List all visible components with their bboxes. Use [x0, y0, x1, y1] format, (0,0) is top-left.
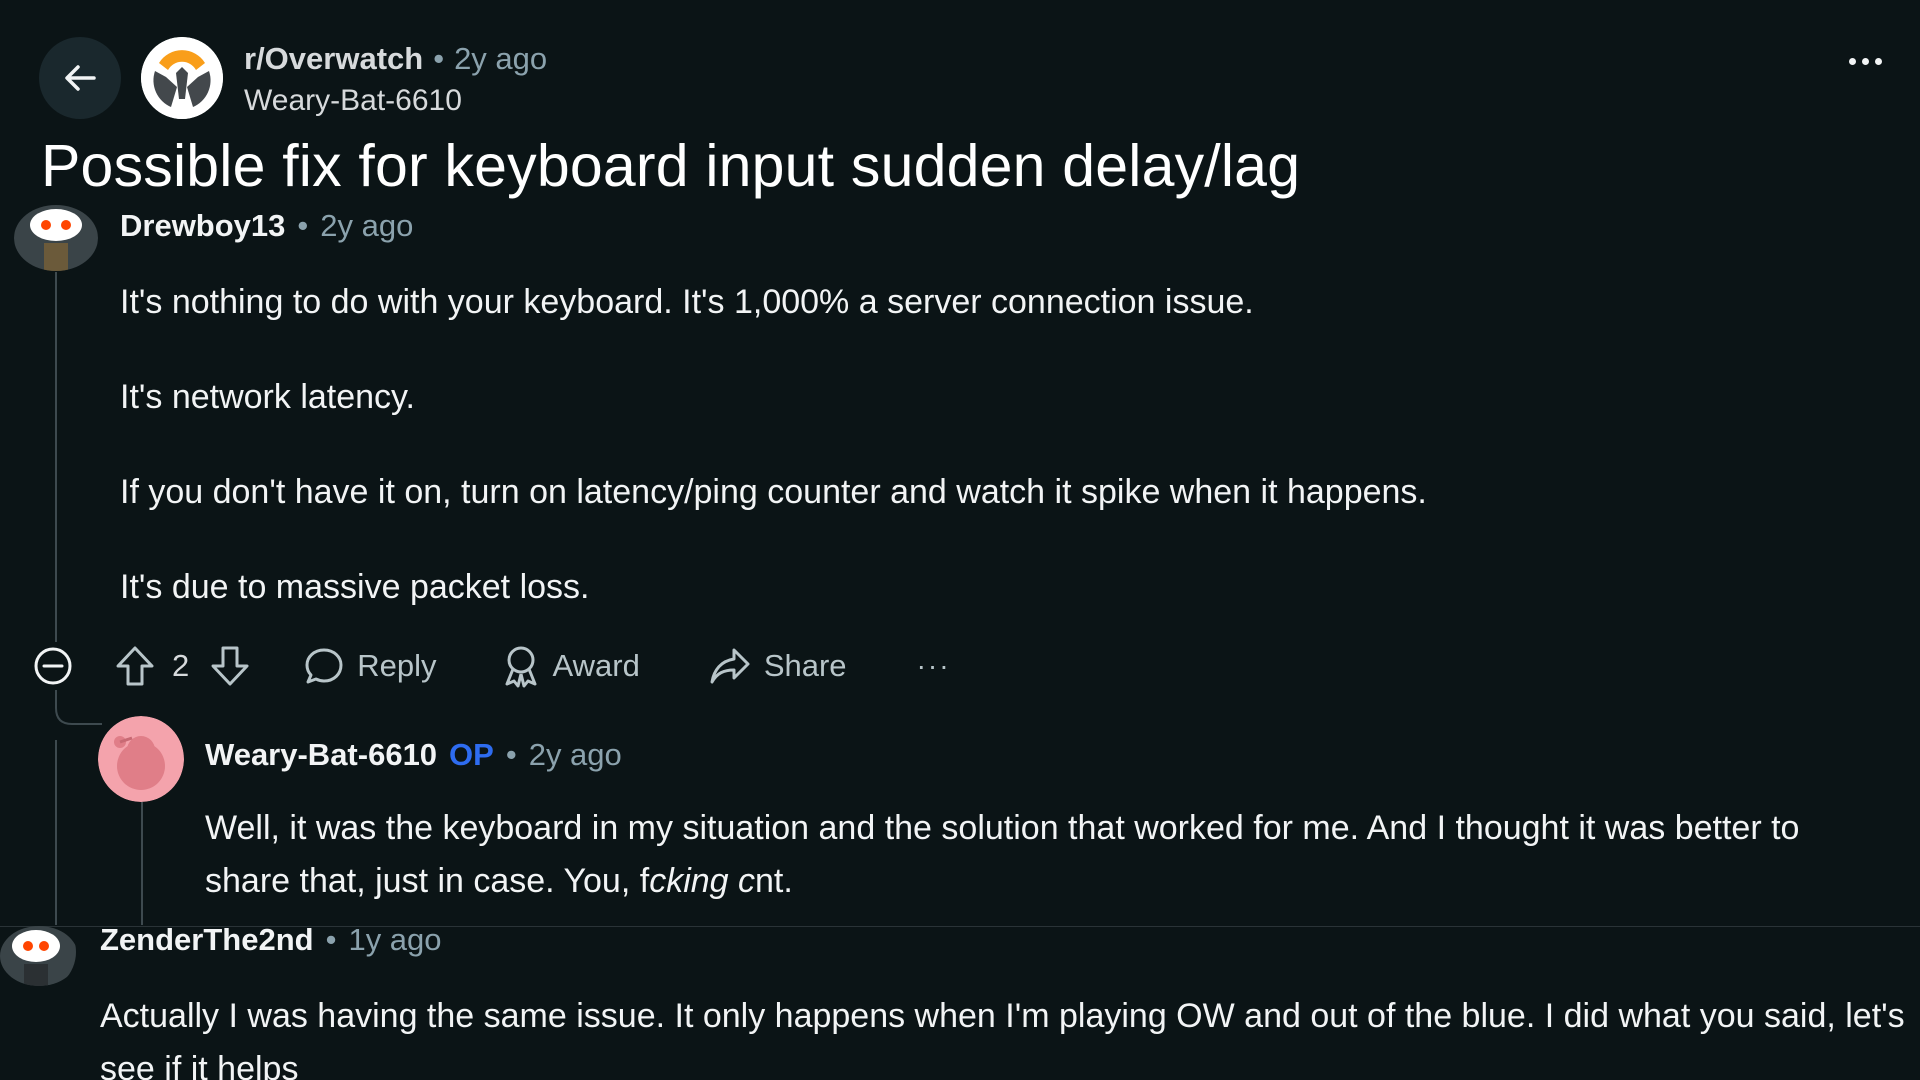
avatar[interactable]	[14, 205, 98, 271]
comment-author[interactable]: ZenderThe2nd	[100, 922, 314, 958]
comment-age: 2y ago	[528, 737, 622, 772]
reply-label: Reply	[357, 648, 437, 683]
separator-dot: •	[433, 41, 445, 76]
downvote-button[interactable]	[209, 644, 251, 688]
comment-paragraph: It's nothing to do with your keyboard. I…	[120, 283, 1254, 321]
italic-text: cking c	[649, 861, 756, 900]
comment-more-button[interactable]: ···	[917, 650, 951, 682]
comment-author[interactable]: Drewboy13	[120, 208, 285, 244]
comment-author[interactable]: Weary-Bat-6610	[205, 737, 437, 773]
more-dots-icon: ···	[916, 650, 951, 681]
separator-dot: •	[325, 922, 337, 957]
post-header-meta: r/Overwatch • 2y ago Weary-Bat-6610	[244, 40, 547, 119]
upvote-button[interactable]	[114, 644, 156, 688]
collapse-button[interactable]	[32, 645, 74, 687]
comment-paragraph: If you don't have it on, turn on latency…	[120, 473, 1427, 511]
upvote-icon	[116, 646, 154, 686]
share-button[interactable]: Share	[708, 646, 847, 686]
downvote-icon	[211, 646, 249, 686]
comment-header: Weary-Bat-6610 OP • 2y ago	[205, 737, 622, 773]
comment-body: Actually I was having the same issue. It…	[100, 997, 1905, 1080]
comment-header: Drewboy13 • 2y ago	[120, 208, 413, 244]
more-dots-icon	[1849, 58, 1856, 65]
back-arrow-icon	[60, 58, 100, 98]
comment-body: Well, it was the keyboard in my situatio…	[205, 809, 1800, 900]
share-label: Share	[763, 648, 847, 683]
reply-button[interactable]: Reply	[303, 645, 437, 687]
thread-line[interactable]	[55, 272, 57, 642]
comment-age: 2y ago	[320, 208, 414, 243]
vote-count: 2	[172, 648, 190, 683]
overwatch-logo	[141, 37, 223, 119]
collapse-icon	[34, 647, 72, 685]
award-icon	[505, 646, 537, 688]
comment-age: 1y ago	[348, 922, 442, 957]
comment-action-bar: 2 Reply Award Share ···	[32, 640, 951, 692]
reply-connector	[55, 690, 102, 725]
separator-dot: •	[505, 737, 517, 772]
award-button[interactable]: Award	[501, 644, 640, 688]
subreddit-name[interactable]: r/Overwatch	[244, 40, 423, 77]
separator-dot: •	[297, 208, 309, 243]
comment-paragraph: It's due to massive packet loss.	[120, 568, 590, 606]
reddit-thread-page: r/Overwatch • 2y ago Weary-Bat-6610 Poss…	[0, 0, 1920, 1080]
post-age: 2y ago	[454, 41, 548, 76]
avatar[interactable]	[0, 926, 78, 986]
share-icon	[710, 648, 750, 684]
thread-line[interactable]	[55, 740, 57, 925]
op-badge: OP	[449, 737, 494, 772]
reply-icon	[305, 648, 343, 684]
comment-paragraph: It's network latency.	[120, 378, 415, 416]
post-author[interactable]: Weary-Bat-6610	[244, 83, 547, 119]
more-options-button[interactable]	[1849, 58, 1882, 65]
award-label: Award	[552, 648, 640, 683]
back-button[interactable]	[39, 37, 121, 119]
thread-line[interactable]	[141, 802, 143, 925]
subreddit-icon[interactable]	[141, 37, 223, 119]
avatar[interactable]	[98, 716, 184, 802]
comment-header: ZenderThe2nd • 1y ago	[100, 922, 442, 958]
post-title: Possible fix for keyboard input sudden d…	[41, 133, 1301, 199]
